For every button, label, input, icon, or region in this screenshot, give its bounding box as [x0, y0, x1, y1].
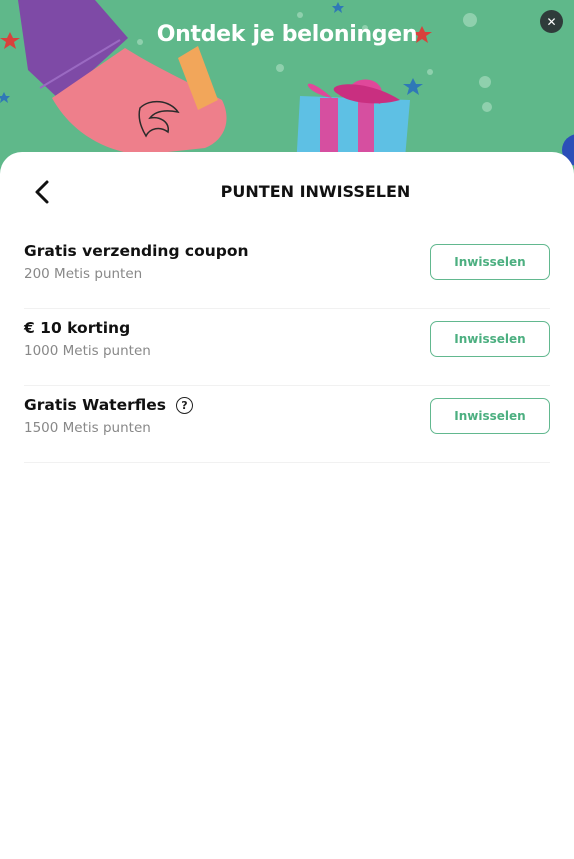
close-icon: ✕: [546, 14, 557, 29]
redeem-button[interactable]: Inwisselen: [430, 244, 550, 280]
panel-header: PUNTEN INWISSELEN: [0, 152, 574, 232]
reward-points: 200 Metis punten: [24, 266, 143, 282]
redeem-button[interactable]: Inwisselen: [430, 398, 550, 434]
close-button[interactable]: ✕: [540, 10, 563, 33]
reward-title: € 10 korting: [24, 319, 130, 337]
reward-title-text: Gratis Waterfles: [24, 396, 166, 414]
banner-title: Ontdek je beloningen: [156, 22, 418, 47]
list-item: Gratis verzending coupon 200 Metis punte…: [24, 232, 550, 309]
redeem-panel: PUNTEN INWISSELEN Gratis verzending coup…: [0, 152, 574, 859]
reward-title-text: € 10 korting: [24, 319, 131, 337]
list-item: Gratis Waterfles ? 1500 Metis punten Inw…: [24, 386, 550, 463]
redeem-button[interactable]: Inwisselen: [430, 321, 550, 357]
help-icon[interactable]: ?: [175, 396, 193, 414]
list-item: € 10 korting 1000 Metis punten Inwissele…: [24, 309, 550, 386]
reward-title-text: Gratis verzending coupon: [24, 242, 249, 260]
reward-title: Gratis verzending coupon: [24, 242, 249, 260]
page-title: PUNTEN INWISSELEN: [220, 182, 411, 201]
reward-points: 1000 Metis punten: [24, 343, 151, 359]
reward-title: Gratis Waterfles ?: [24, 396, 193, 414]
reward-list: Gratis verzending coupon 200 Metis punte…: [24, 232, 550, 463]
reward-points: 1500 Metis punten: [24, 420, 151, 436]
